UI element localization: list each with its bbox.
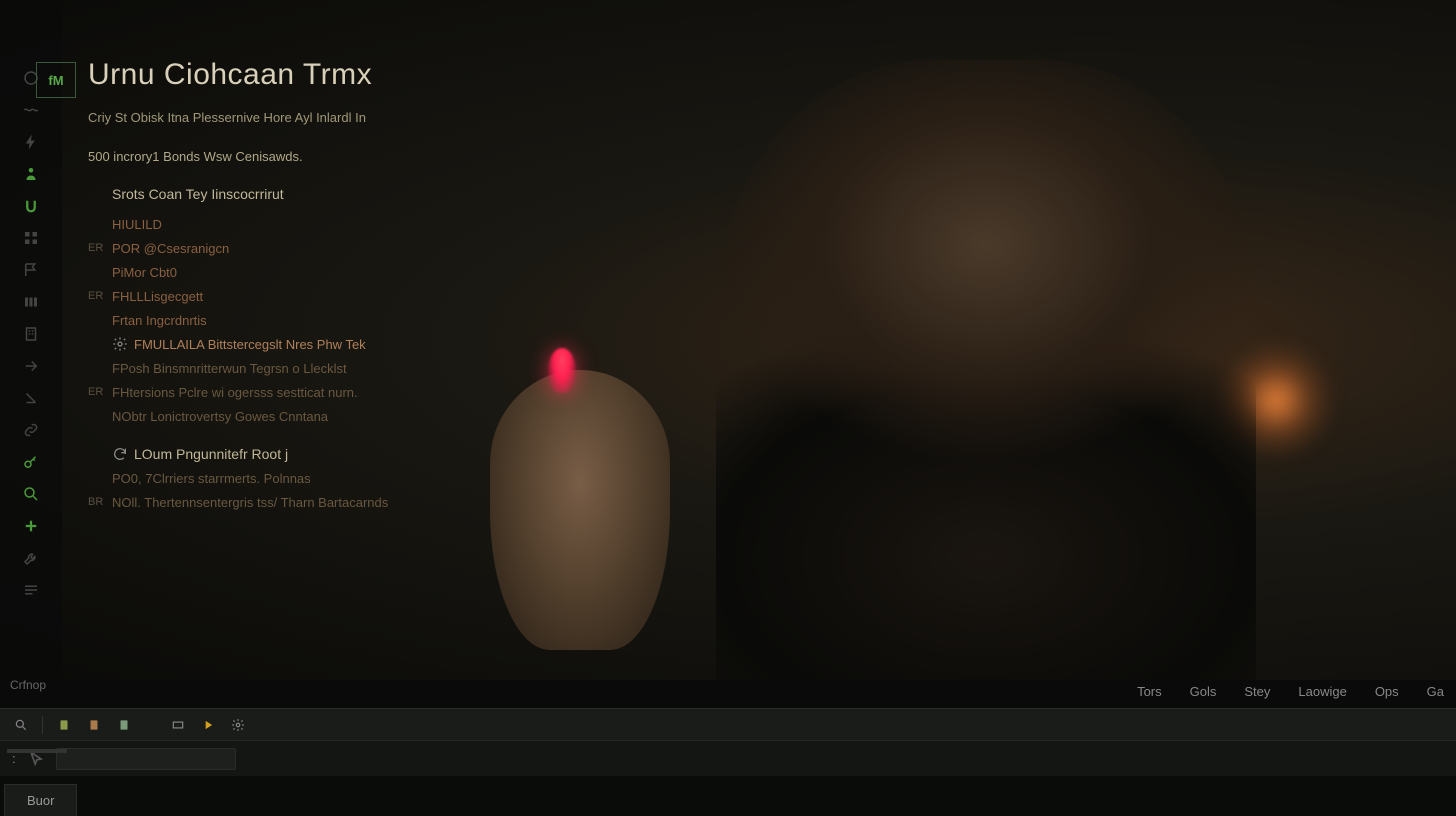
toolbar-gear-button[interactable] bbox=[225, 713, 251, 737]
row-prefix: ER bbox=[88, 242, 112, 254]
toolbar bbox=[0, 708, 1456, 740]
app-logo: fM bbox=[36, 62, 76, 98]
row-label: NOll. Thertennsentergris tss/ Tharn Bart… bbox=[112, 495, 388, 510]
section-2-header: LOum Pngunnitefr Root j bbox=[134, 446, 288, 462]
toolbar-separator bbox=[42, 716, 43, 734]
sidebar-icon-wave[interactable] bbox=[0, 94, 62, 126]
input-prompt: : bbox=[12, 751, 16, 766]
sidebar-icon-person[interactable] bbox=[0, 158, 62, 190]
row-label: FPosh Binsmnritterwun Tegrsn o Llecklst bbox=[112, 361, 347, 376]
list-item[interactable]: FMULLAILA Bittstercegslt Nres Phw Tek bbox=[88, 332, 888, 356]
bottom-tab-bar: Buor bbox=[0, 776, 1456, 816]
toolbar-play-button[interactable] bbox=[195, 713, 221, 737]
toolbar-rect-button[interactable] bbox=[165, 713, 191, 737]
sidebar-icon-plus[interactable] bbox=[0, 510, 62, 542]
row-label: Frtan Ingcrdnrtis bbox=[112, 313, 207, 328]
refresh-icon bbox=[112, 446, 128, 462]
content-panel: Urnu Ciohcaan Trmx Criy St Obisk Itna Pl… bbox=[88, 58, 888, 528]
bottom-tab-buor[interactable]: Buor bbox=[4, 784, 77, 816]
list-item[interactable]: PO0, 7Clrriers starrmerts. Polnnas bbox=[88, 466, 888, 490]
tab-ops[interactable]: Ops bbox=[1375, 684, 1399, 699]
row-label: HIULILD bbox=[112, 217, 162, 232]
list-item[interactable]: Frtan Ingcrdnrtis bbox=[88, 308, 888, 332]
right-tabs: Tors Gols Stey Laowige Ops Ga bbox=[1137, 676, 1456, 706]
sidebar-icon-lines[interactable] bbox=[0, 574, 62, 606]
input-slider[interactable] bbox=[7, 749, 67, 753]
sidebar-icon-u-shape[interactable] bbox=[0, 190, 62, 222]
sidebar-icon-arrow[interactable] bbox=[0, 350, 62, 382]
list-item[interactable]: ERFHtersions Pclre wi ogersss sestticat … bbox=[88, 380, 888, 404]
gear-icon bbox=[112, 336, 128, 352]
sidebar-icon-grid[interactable] bbox=[0, 222, 62, 254]
toolbar-doc1-button[interactable] bbox=[51, 713, 77, 737]
section-2-header-row[interactable]: LOum Pngunnitefr Root j bbox=[88, 442, 888, 466]
tab-gols[interactable]: Gols bbox=[1190, 684, 1217, 699]
toolbar-doc3-button[interactable] bbox=[111, 713, 137, 737]
row-label: FMULLAILA Bittstercegslt Nres Phw Tek bbox=[134, 337, 366, 352]
status-label: Crfnop bbox=[10, 678, 46, 692]
row-label: FHLLLisgecgett bbox=[112, 289, 203, 304]
command-input[interactable] bbox=[56, 748, 236, 770]
row-prefix: ER bbox=[88, 290, 112, 302]
section-1: Srots Coan Tey Iinscocrrirut HIULILD ERP… bbox=[88, 186, 888, 428]
row-label: PiMor Cbt0 bbox=[112, 265, 177, 280]
list-item[interactable]: BRNOll. Thertennsentergris tss/ Tharn Ba… bbox=[88, 490, 888, 514]
sidebar-icon-building[interactable] bbox=[0, 318, 62, 350]
list-item[interactable]: HIULILD bbox=[88, 212, 888, 236]
section-1-header: Srots Coan Tey Iinscocrrirut bbox=[88, 186, 888, 202]
sidebar-icon-link[interactable] bbox=[0, 414, 62, 446]
sidebar-icon-wrench[interactable] bbox=[0, 542, 62, 574]
row-prefix: ER bbox=[88, 386, 112, 398]
list-item[interactable]: NObtr Lonictrovertsy Gowes Cnntana bbox=[88, 404, 888, 428]
sidebar-icon-angle[interactable] bbox=[0, 382, 62, 414]
row-label: NObtr Lonictrovertsy Gowes Cnntana bbox=[112, 409, 328, 424]
tab-laowige[interactable]: Laowige bbox=[1298, 684, 1346, 699]
tab-stey[interactable]: Stey bbox=[1244, 684, 1270, 699]
row-label: FHtersions Pclre wi ogersss sestticat nu… bbox=[112, 385, 358, 400]
list-item[interactable]: ERFHLLLisgecgett bbox=[88, 284, 888, 308]
list-item[interactable]: PiMor Cbt0 bbox=[88, 260, 888, 284]
sidebar-icon-search[interactable] bbox=[0, 478, 62, 510]
list-item[interactable]: ERPOR @Csesranigcn bbox=[88, 236, 888, 260]
toolbar-doc2-button[interactable] bbox=[81, 713, 107, 737]
tab-tors[interactable]: Tors bbox=[1137, 684, 1162, 699]
sidebar bbox=[0, 0, 62, 680]
page-subtitle: Criy St Obisk Itna Plessernive Hore Ayl … bbox=[88, 110, 888, 125]
sidebar-icon-columns[interactable] bbox=[0, 286, 62, 318]
row-prefix: BR bbox=[88, 496, 112, 508]
section-2: LOum Pngunnitefr Root j PO0, 7Clrriers s… bbox=[88, 442, 888, 514]
sidebar-icon-key[interactable] bbox=[0, 446, 62, 478]
tab-ga[interactable]: Ga bbox=[1427, 684, 1444, 699]
sidebar-icon-flag[interactable] bbox=[0, 254, 62, 286]
row-label: PO0, 7Clrriers starrmerts. Polnnas bbox=[112, 471, 311, 486]
row-label: POR @Csesranigcn bbox=[112, 241, 229, 256]
sidebar-icon-bolt[interactable] bbox=[0, 126, 62, 158]
page-title: Urnu Ciohcaan Trmx bbox=[88, 58, 888, 92]
list-item[interactable]: FPosh Binsmnritterwun Tegrsn o Llecklst bbox=[88, 356, 888, 380]
toolbar-search-button[interactable] bbox=[8, 713, 34, 737]
page-line2: 500 incrory1 Bonds Wsw Cenisawds. bbox=[88, 149, 888, 164]
input-bar: : bbox=[0, 740, 1456, 776]
